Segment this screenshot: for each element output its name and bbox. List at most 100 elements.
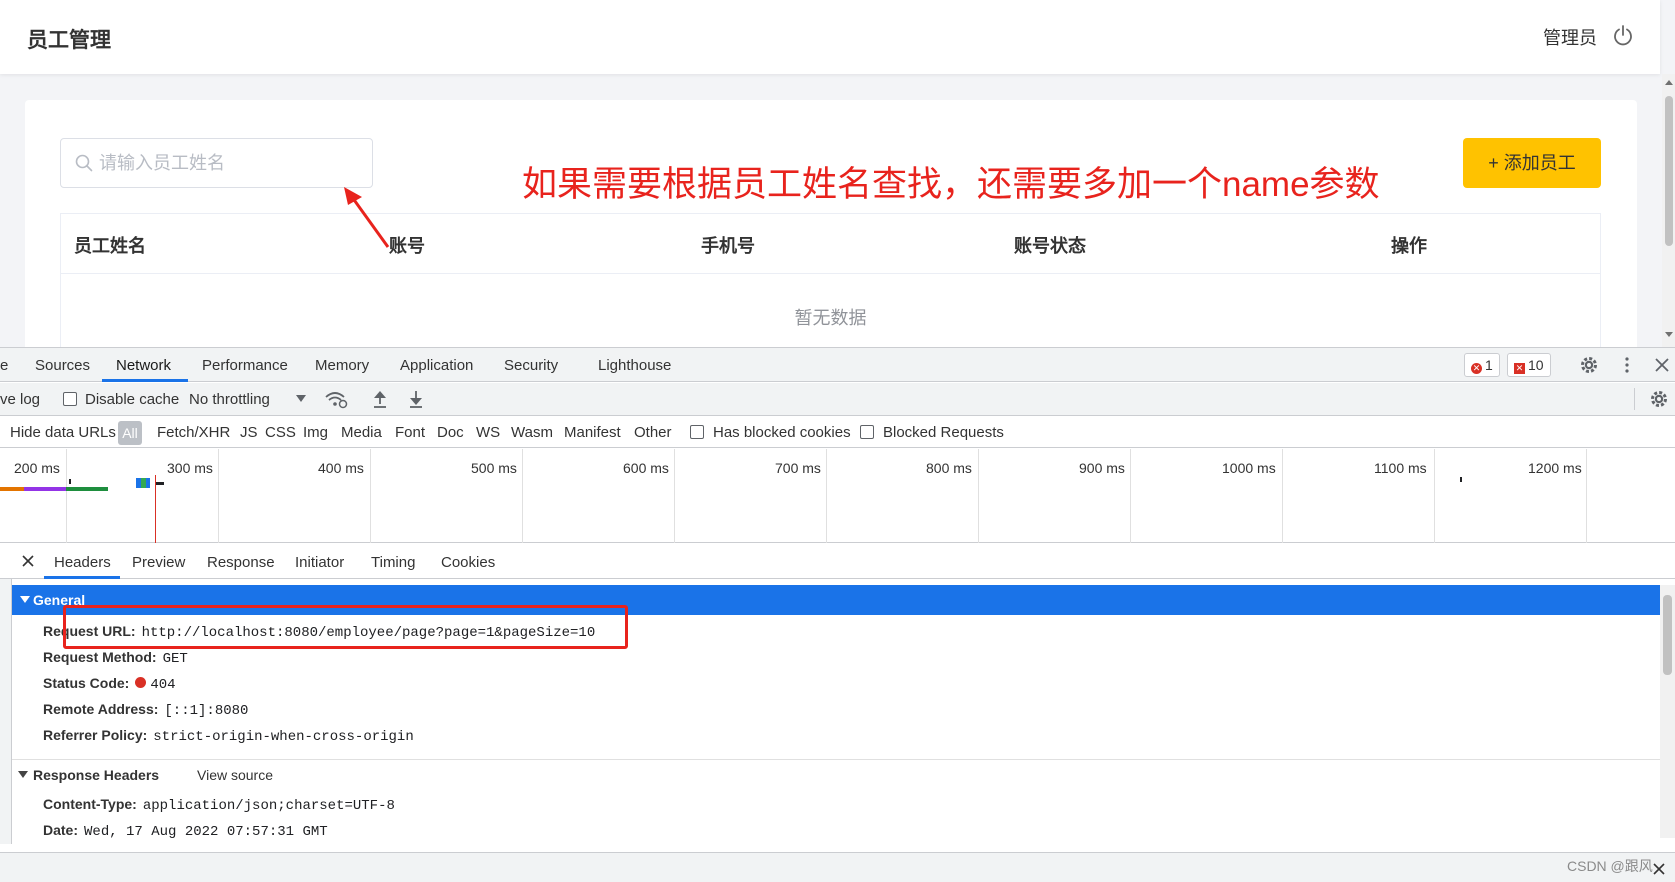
app-header: 员工管理 管理员 (0, 0, 1660, 74)
request-list-gutter[interactable] (0, 544, 12, 844)
tab-application[interactable]: Application (400, 357, 473, 374)
tab-network[interactable]: Network (116, 357, 171, 374)
scrollbar-thumb[interactable] (1663, 595, 1672, 675)
tick-line (826, 449, 827, 543)
tick-label: 200 ms (14, 460, 60, 476)
table-header: 员工姓名 账号 手机号 账号状态 操作 (61, 214, 1600, 274)
response-headers-title: Response Headers (33, 767, 160, 783)
annotation-text: 如果需要根据员工姓名查找，还需要多加一个name参数 (522, 165, 1380, 204)
date-value[interactable]: Wed, 17 Aug 2022 07:57:31 GMT (84, 824, 328, 840)
preserve-log-label[interactable]: ve log (0, 391, 40, 408)
tab-lighthouse[interactable]: Lighthouse (598, 357, 671, 374)
request-detail-tabs: Headers Preview Response Initiator Timin… (0, 544, 1675, 579)
scrollbar-thumb[interactable] (1665, 96, 1673, 246)
search-field[interactable] (60, 138, 373, 188)
admin-user-name[interactable]: 管理员 (1543, 24, 1597, 50)
timeline-request-bar (1460, 477, 1462, 482)
network-timeline-overview[interactable]: 200 ms 300 ms 400 ms 500 ms 600 ms 700 m… (0, 449, 1675, 543)
filter-manifest[interactable]: Manifest (564, 424, 621, 441)
status-code-value[interactable]: 404 (150, 677, 175, 693)
tab-initiator[interactable]: Initiator (295, 554, 344, 571)
tab-performance[interactable]: Performance (202, 357, 288, 374)
app-scrollbar[interactable] (1662, 74, 1675, 347)
scroll-up-arrow-icon[interactable] (1665, 80, 1673, 85)
chevron-down-icon[interactable] (296, 395, 306, 403)
timeline-request-bar (66, 487, 108, 491)
response-headers-section-header[interactable]: Response Headers (18, 767, 159, 783)
content-type-row: Content-Type: application/json;charset=UT… (43, 796, 395, 814)
more-options-icon[interactable] (1617, 355, 1637, 375)
issue-count-badge[interactable]: ✕ 10 (1507, 353, 1551, 377)
tick-line (66, 449, 67, 543)
date-label: Date: (43, 822, 79, 838)
filter-css[interactable]: CSS (265, 424, 296, 441)
filter-media[interactable]: Media (341, 424, 382, 441)
filter-fetch-xhr[interactable]: Fetch/XHR (157, 424, 230, 441)
filter-js[interactable]: JS (240, 424, 258, 441)
timeline-request-bar (24, 487, 66, 491)
blocked-requests-label[interactable]: Blocked Requests (883, 424, 1004, 441)
filter-all-button[interactable]: All (118, 421, 142, 445)
close-devtools-icon[interactable] (1652, 355, 1672, 375)
network-conditions-icon[interactable] (324, 389, 348, 409)
toolbar-divider (1634, 388, 1635, 410)
url-highlight-annotation (63, 605, 628, 649)
detail-scrollbar[interactable] (1660, 585, 1675, 838)
hide-data-urls-label[interactable]: Hide data URLs (10, 424, 116, 441)
close-drawer-icon[interactable] (1652, 862, 1666, 876)
issue-icon: ✕ (1514, 363, 1525, 374)
error-count-badge[interactable]: ✕ 1 (1464, 353, 1500, 377)
add-employee-button[interactable]: + 添加员工 (1463, 138, 1601, 188)
tab-headers[interactable]: Headers (54, 554, 111, 571)
filter-other[interactable]: Other (634, 424, 672, 441)
tab-cookies[interactable]: Cookies (441, 554, 495, 571)
content-type-label: Content-Type: (43, 796, 137, 812)
throttling-select[interactable]: No throttling (189, 391, 270, 408)
tab-sources[interactable]: Sources (35, 357, 90, 374)
view-source-link[interactable]: View source (197, 767, 273, 783)
disable-cache-checkbox[interactable] (63, 392, 77, 406)
search-input[interactable] (99, 139, 359, 187)
import-har-icon[interactable] (372, 390, 388, 408)
blocked-requests-checkbox[interactable] (860, 425, 874, 439)
timeline-request-bar (0, 487, 24, 491)
referrer-policy-value[interactable]: strict-origin-when-cross-origin (153, 729, 413, 745)
has-blocked-cookies-label[interactable]: Has blocked cookies (713, 424, 851, 441)
tab-response[interactable]: Response (207, 554, 275, 571)
remote-address-value[interactable]: [::1]:8080 (164, 703, 248, 719)
filter-img[interactable]: Img (303, 424, 328, 441)
filter-ws[interactable]: WS (476, 424, 500, 441)
content-card: + 添加员工 员工姓名 账号 手机号 账号状态 操作 暂无数据 (25, 100, 1637, 347)
load-event-line (155, 475, 156, 543)
tab-security[interactable]: Security (504, 357, 558, 374)
export-har-icon[interactable] (408, 390, 424, 408)
network-settings-gear-icon[interactable] (1649, 389, 1669, 409)
scroll-down-arrow-icon[interactable] (1665, 332, 1673, 337)
disable-cache-label[interactable]: Disable cache (85, 391, 179, 408)
content-type-value[interactable]: application/json;charset=UTF-8 (143, 798, 395, 814)
filter-wasm[interactable]: Wasm (511, 424, 553, 441)
page-title: 员工管理 (27, 29, 111, 52)
power-icon[interactable] (1612, 24, 1634, 46)
section-divider (12, 759, 1660, 760)
tab-memory[interactable]: Memory (315, 357, 369, 374)
error-count: 1 (1485, 357, 1493, 373)
network-filter-bar: Hide data URLs All Fetch/XHR JS CSS Img … (0, 417, 1675, 448)
filter-font[interactable]: Font (395, 424, 425, 441)
referrer-policy-row: Referrer Policy: strict-origin-when-cross… (43, 727, 414, 745)
tick-line (1282, 449, 1283, 543)
tab-preview[interactable]: Preview (132, 554, 185, 571)
tab-timing[interactable]: Timing (371, 554, 415, 571)
close-detail-icon[interactable] (21, 554, 35, 568)
has-blocked-cookies-checkbox[interactable] (690, 425, 704, 439)
filter-doc[interactable]: Doc (437, 424, 464, 441)
tick-line (218, 449, 219, 543)
tick-label: 400 ms (318, 460, 364, 476)
tick-line (370, 449, 371, 543)
tab-elements-partial[interactable]: e (0, 357, 8, 374)
settings-gear-icon[interactable] (1579, 355, 1599, 375)
tick-label: 500 ms (471, 460, 517, 476)
error-icon: ✕ (1471, 363, 1482, 374)
search-icon (75, 154, 93, 172)
request-method-value[interactable]: GET (163, 651, 188, 667)
